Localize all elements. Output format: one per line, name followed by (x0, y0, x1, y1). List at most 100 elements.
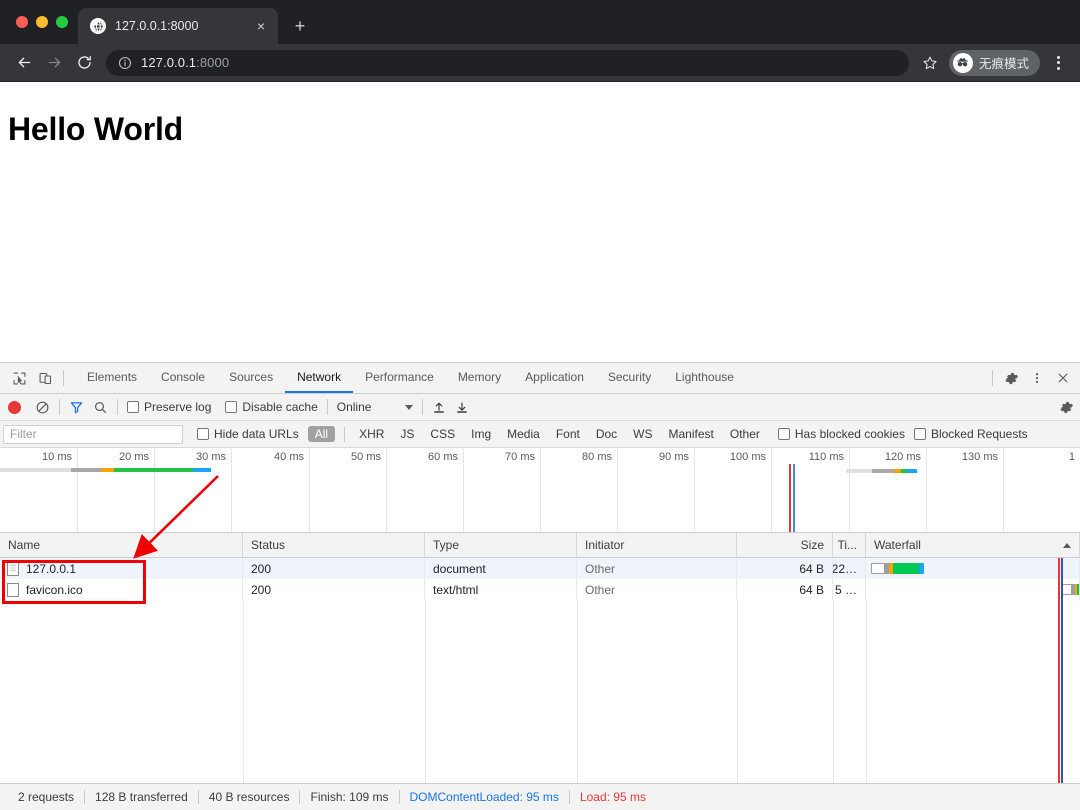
browser-tab[interactable]: 127.0.0.1:8000 × (78, 8, 278, 44)
column-header-waterfall[interactable]: Waterfall (866, 533, 1080, 557)
filter-media[interactable]: Media (500, 426, 547, 442)
overview-gridline (926, 448, 927, 532)
overview-tick-label: 1 (1069, 451, 1080, 463)
window-maximize-button[interactable] (56, 16, 68, 28)
devtools-tabbar: Elements Console Sources Network Perform… (0, 363, 1080, 394)
network-filterbar: Filter Hide data URLs All XHR JS CSS Img… (0, 421, 1080, 448)
tab-lighthouse[interactable]: Lighthouse (663, 363, 746, 393)
export-har-icon[interactable] (455, 400, 469, 415)
incognito-mode-indicator[interactable]: 无痕模式 (949, 50, 1040, 76)
filter-toggle-button[interactable] (69, 400, 84, 415)
reload-button[interactable] (70, 49, 98, 77)
more-options-icon[interactable] (1024, 365, 1050, 391)
overview-gridline (386, 448, 387, 532)
column-header-name[interactable]: Name (0, 533, 243, 557)
request-name-label: 127.0.0.1 (26, 562, 76, 576)
request-name-label: favicon.ico (26, 583, 83, 597)
filter-xhr[interactable]: XHR (352, 426, 391, 442)
cell-time: 5 … (833, 579, 866, 600)
filter-manifest[interactable]: Manifest (662, 426, 721, 442)
filter-ws[interactable]: WS (626, 426, 659, 442)
close-icon[interactable]: × (252, 17, 270, 35)
cell-initiator: Other (577, 579, 737, 600)
window-close-button[interactable] (16, 16, 28, 28)
clear-network-log-button[interactable] (35, 400, 50, 415)
waterfall-load-event-line (1058, 558, 1060, 783)
table-header-row: NameStatus Type InitiatorSizeTi...Waterfal… (0, 533, 1080, 558)
window-traffic-lights (12, 0, 78, 44)
filter-other[interactable]: Other (723, 426, 767, 442)
network-throttling-select[interactable]: Online (337, 400, 414, 414)
tab-network[interactable]: Network (285, 363, 353, 393)
import-har-icon[interactable] (432, 400, 446, 415)
tab-console[interactable]: Console (149, 363, 217, 393)
back-button[interactable] (10, 49, 38, 77)
table-row[interactable]: favicon.ico200text/htmlOther64 B5 … (0, 579, 1080, 600)
summary-domcontentloaded: DOMContentLoaded: 95 ms (400, 790, 569, 804)
overview-bar-segment (894, 469, 901, 473)
column-header-size[interactable]: Size (737, 533, 833, 557)
filter-all[interactable]: All (308, 426, 335, 442)
column-header-label: Type (433, 538, 459, 552)
bookmark-star-icon[interactable] (917, 50, 943, 76)
overview-bar-segment (114, 468, 193, 472)
tab-sources[interactable]: Sources (217, 363, 285, 393)
overview-request-favicon-ico-bar (846, 469, 917, 473)
new-tab-button[interactable]: + (286, 12, 314, 40)
devtools-panel: Elements Console Sources Network Perform… (0, 362, 1080, 810)
cell-name: favicon.ico (0, 579, 243, 600)
search-icon[interactable] (93, 400, 108, 415)
filter-js[interactable]: JS (393, 426, 421, 442)
filter-font[interactable]: Font (549, 426, 587, 442)
column-header-type[interactable]: Type (425, 533, 577, 557)
column-header-initiator[interactable]: Initiator (577, 533, 737, 557)
overview-gridline (77, 448, 78, 532)
settings-gear-icon[interactable] (998, 365, 1024, 391)
blocked-requests-checkbox[interactable]: Blocked Requests (914, 427, 1028, 441)
filter-doc[interactable]: Doc (589, 426, 624, 442)
tab-application[interactable]: Application (513, 363, 596, 393)
info-circle-icon[interactable] (118, 56, 132, 70)
browser-tab-title: 127.0.0.1:8000 (115, 19, 243, 33)
browser-menu-button[interactable] (1046, 49, 1070, 77)
browser-toolbar: 127.0.0.1:8000 无痕模式 (0, 44, 1080, 82)
tab-memory[interactable]: Memory (446, 363, 513, 393)
filter-css[interactable]: CSS (423, 426, 462, 442)
window-minimize-button[interactable] (36, 16, 48, 28)
network-overview-timeline[interactable]: 10 ms20 ms30 ms40 ms50 ms60 ms70 ms80 ms… (0, 448, 1080, 533)
record-network-log-button[interactable] (8, 401, 21, 414)
preserve-log-checkbox[interactable]: Preserve log (127, 400, 211, 414)
filter-input[interactable]: Filter (3, 425, 183, 444)
table-row[interactable]: 127.0.0.1200documentOther64 B22… (0, 558, 1080, 579)
network-settings-icon[interactable] (1059, 400, 1074, 415)
summary-requests: 2 requests (8, 790, 84, 804)
has-blocked-cookies-checkbox[interactable]: Has blocked cookies (778, 427, 905, 441)
forward-button[interactable] (40, 49, 68, 77)
close-devtools-icon[interactable] (1050, 365, 1076, 391)
column-separator (833, 600, 834, 783)
device-toolbar-icon[interactable] (32, 365, 58, 391)
summary-finish: Finish: 109 ms (300, 790, 398, 804)
hide-data-urls-checkbox[interactable]: Hide data URLs (197, 427, 299, 441)
devtools-tab-list: Elements Console Sources Network Perform… (75, 363, 746, 393)
waterfall-bar (1062, 584, 1080, 595)
checkbox-box (225, 401, 237, 413)
cell-initiator: Other (577, 558, 737, 579)
filter-divider (344, 427, 345, 442)
summary-transferred: 128 B transferred (85, 790, 198, 804)
column-header-time[interactable]: Ti... (833, 533, 866, 557)
column-header-status[interactable]: Status (243, 533, 425, 557)
filter-img[interactable]: Img (464, 426, 498, 442)
column-separator (866, 600, 867, 783)
devtools-tabbar-actions (987, 365, 1076, 391)
tab-security[interactable]: Security (596, 363, 663, 393)
tab-elements[interactable]: Elements (75, 363, 149, 393)
disable-cache-checkbox[interactable]: Disable cache (225, 400, 317, 414)
address-bar[interactable]: 127.0.0.1:8000 (106, 50, 909, 76)
network-toolbar: Preserve log Disable cache Online (0, 394, 1080, 421)
overview-bar-segment (193, 468, 211, 472)
inspect-element-icon[interactable] (6, 365, 32, 391)
overview-tick-label: 130 ms (962, 451, 1003, 463)
overview-gridline (694, 448, 695, 532)
tab-performance[interactable]: Performance (353, 363, 446, 393)
